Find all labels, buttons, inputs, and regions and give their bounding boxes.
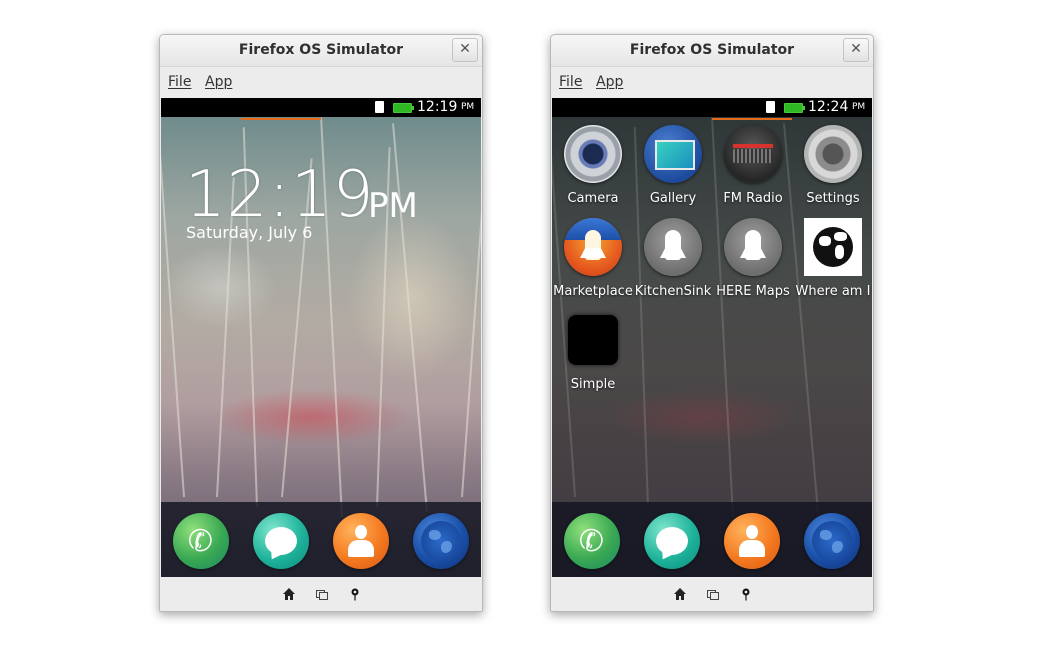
rocket-icon	[724, 218, 782, 276]
status-clock-ampm: PM	[852, 102, 866, 112]
lockscreen-clock: 12:19	[185, 158, 375, 232]
radio-icon	[724, 125, 782, 183]
app-label: FM Radio	[723, 191, 783, 206]
browser-icon[interactable]	[804, 513, 860, 569]
marketplace-icon	[564, 218, 622, 276]
app-dock: ✆	[552, 502, 872, 577]
messages-icon[interactable]	[644, 513, 700, 569]
device-screen[interactable]: 12:24 PM Camera Gallery FM Radio Setting…	[552, 98, 872, 577]
geolocation-icon[interactable]	[348, 587, 362, 601]
app-label: KitchenSink	[634, 284, 712, 299]
window-title: Firefox OS Simulator	[629, 42, 795, 58]
status-bar: 12:19 PM	[161, 98, 481, 117]
settings-icon	[804, 125, 862, 183]
sim-card-icon	[766, 101, 775, 113]
blank-app-icon	[568, 315, 618, 365]
battery-icon	[393, 103, 414, 113]
cards-icon[interactable]	[706, 587, 720, 601]
sim-card-icon	[375, 101, 384, 113]
app-label: Marketplace	[553, 284, 633, 299]
rocket-icon	[644, 218, 702, 276]
app-label: Settings	[806, 191, 860, 206]
app-fm-radio[interactable]: FM Radio	[713, 117, 793, 209]
app-label: Camera	[567, 191, 619, 206]
app-here-maps[interactable]: HERE Maps	[713, 210, 793, 302]
menubar: File App	[160, 67, 482, 97]
simulator-window-lockscreen: Firefox OS Simulator ✕ File App 12:19 PM…	[159, 34, 483, 612]
notification-handle[interactable]	[241, 118, 321, 120]
simulator-window-homescreen: Firefox OS Simulator ✕ File App 12:24 PM…	[550, 34, 874, 612]
phone-icon[interactable]: ✆	[173, 513, 229, 569]
window-titlebar[interactable]: Firefox OS Simulator ✕	[160, 35, 482, 67]
status-clock: 12:19	[417, 99, 458, 115]
app-gallery[interactable]: Gallery	[633, 117, 713, 209]
gallery-icon	[644, 125, 702, 183]
status-bar: 12:24 PM	[552, 98, 872, 117]
app-simple[interactable]: Simple	[553, 303, 633, 395]
status-clock: 12:24	[808, 99, 849, 115]
window-titlebar[interactable]: Firefox OS Simulator ✕	[551, 35, 873, 67]
battery-icon	[784, 103, 805, 113]
device-screen[interactable]: 12:19 PM 12:19 PM Saturday, July 6 ✆	[161, 98, 481, 577]
app-kitchensink[interactable]: KitchenSink	[633, 210, 713, 302]
phone-icon[interactable]: ✆	[564, 513, 620, 569]
menu-file[interactable]: File	[168, 74, 191, 90]
page-indicator	[712, 118, 792, 120]
home-icon[interactable]	[673, 587, 687, 601]
simulator-toolbar	[160, 577, 482, 611]
messages-icon[interactable]	[253, 513, 309, 569]
lockscreen-date: Saturday, July 6	[186, 223, 313, 242]
camera-icon	[564, 125, 622, 183]
menubar: File App	[551, 67, 873, 97]
app-label: Simple	[570, 377, 616, 392]
geolocation-icon[interactable]	[739, 587, 753, 601]
lockscreen-clock-ampm: PM	[368, 186, 418, 226]
app-dock: ✆	[161, 502, 481, 577]
window-title: Firefox OS Simulator	[238, 42, 404, 58]
app-camera[interactable]: Camera	[553, 117, 633, 209]
app-marketplace[interactable]: Marketplace	[553, 210, 633, 302]
status-clock-ampm: PM	[461, 102, 475, 112]
cards-icon[interactable]	[315, 587, 329, 601]
app-where-am-i[interactable]: Where am I	[793, 210, 872, 302]
close-button[interactable]: ✕	[843, 38, 869, 62]
close-button[interactable]: ✕	[452, 38, 478, 62]
contacts-icon[interactable]	[724, 513, 780, 569]
app-label: HERE Maps	[716, 284, 790, 299]
menu-app[interactable]: App	[205, 74, 232, 90]
app-settings[interactable]: Settings	[793, 117, 872, 209]
browser-icon[interactable]	[413, 513, 469, 569]
simulator-toolbar	[551, 577, 873, 611]
contacts-icon[interactable]	[333, 513, 389, 569]
home-icon[interactable]	[282, 587, 296, 601]
app-label: Gallery	[649, 191, 697, 206]
menu-file[interactable]: File	[559, 74, 582, 90]
menu-app[interactable]: App	[596, 74, 623, 90]
globe-icon	[804, 218, 862, 276]
app-label: Where am I	[795, 284, 871, 299]
